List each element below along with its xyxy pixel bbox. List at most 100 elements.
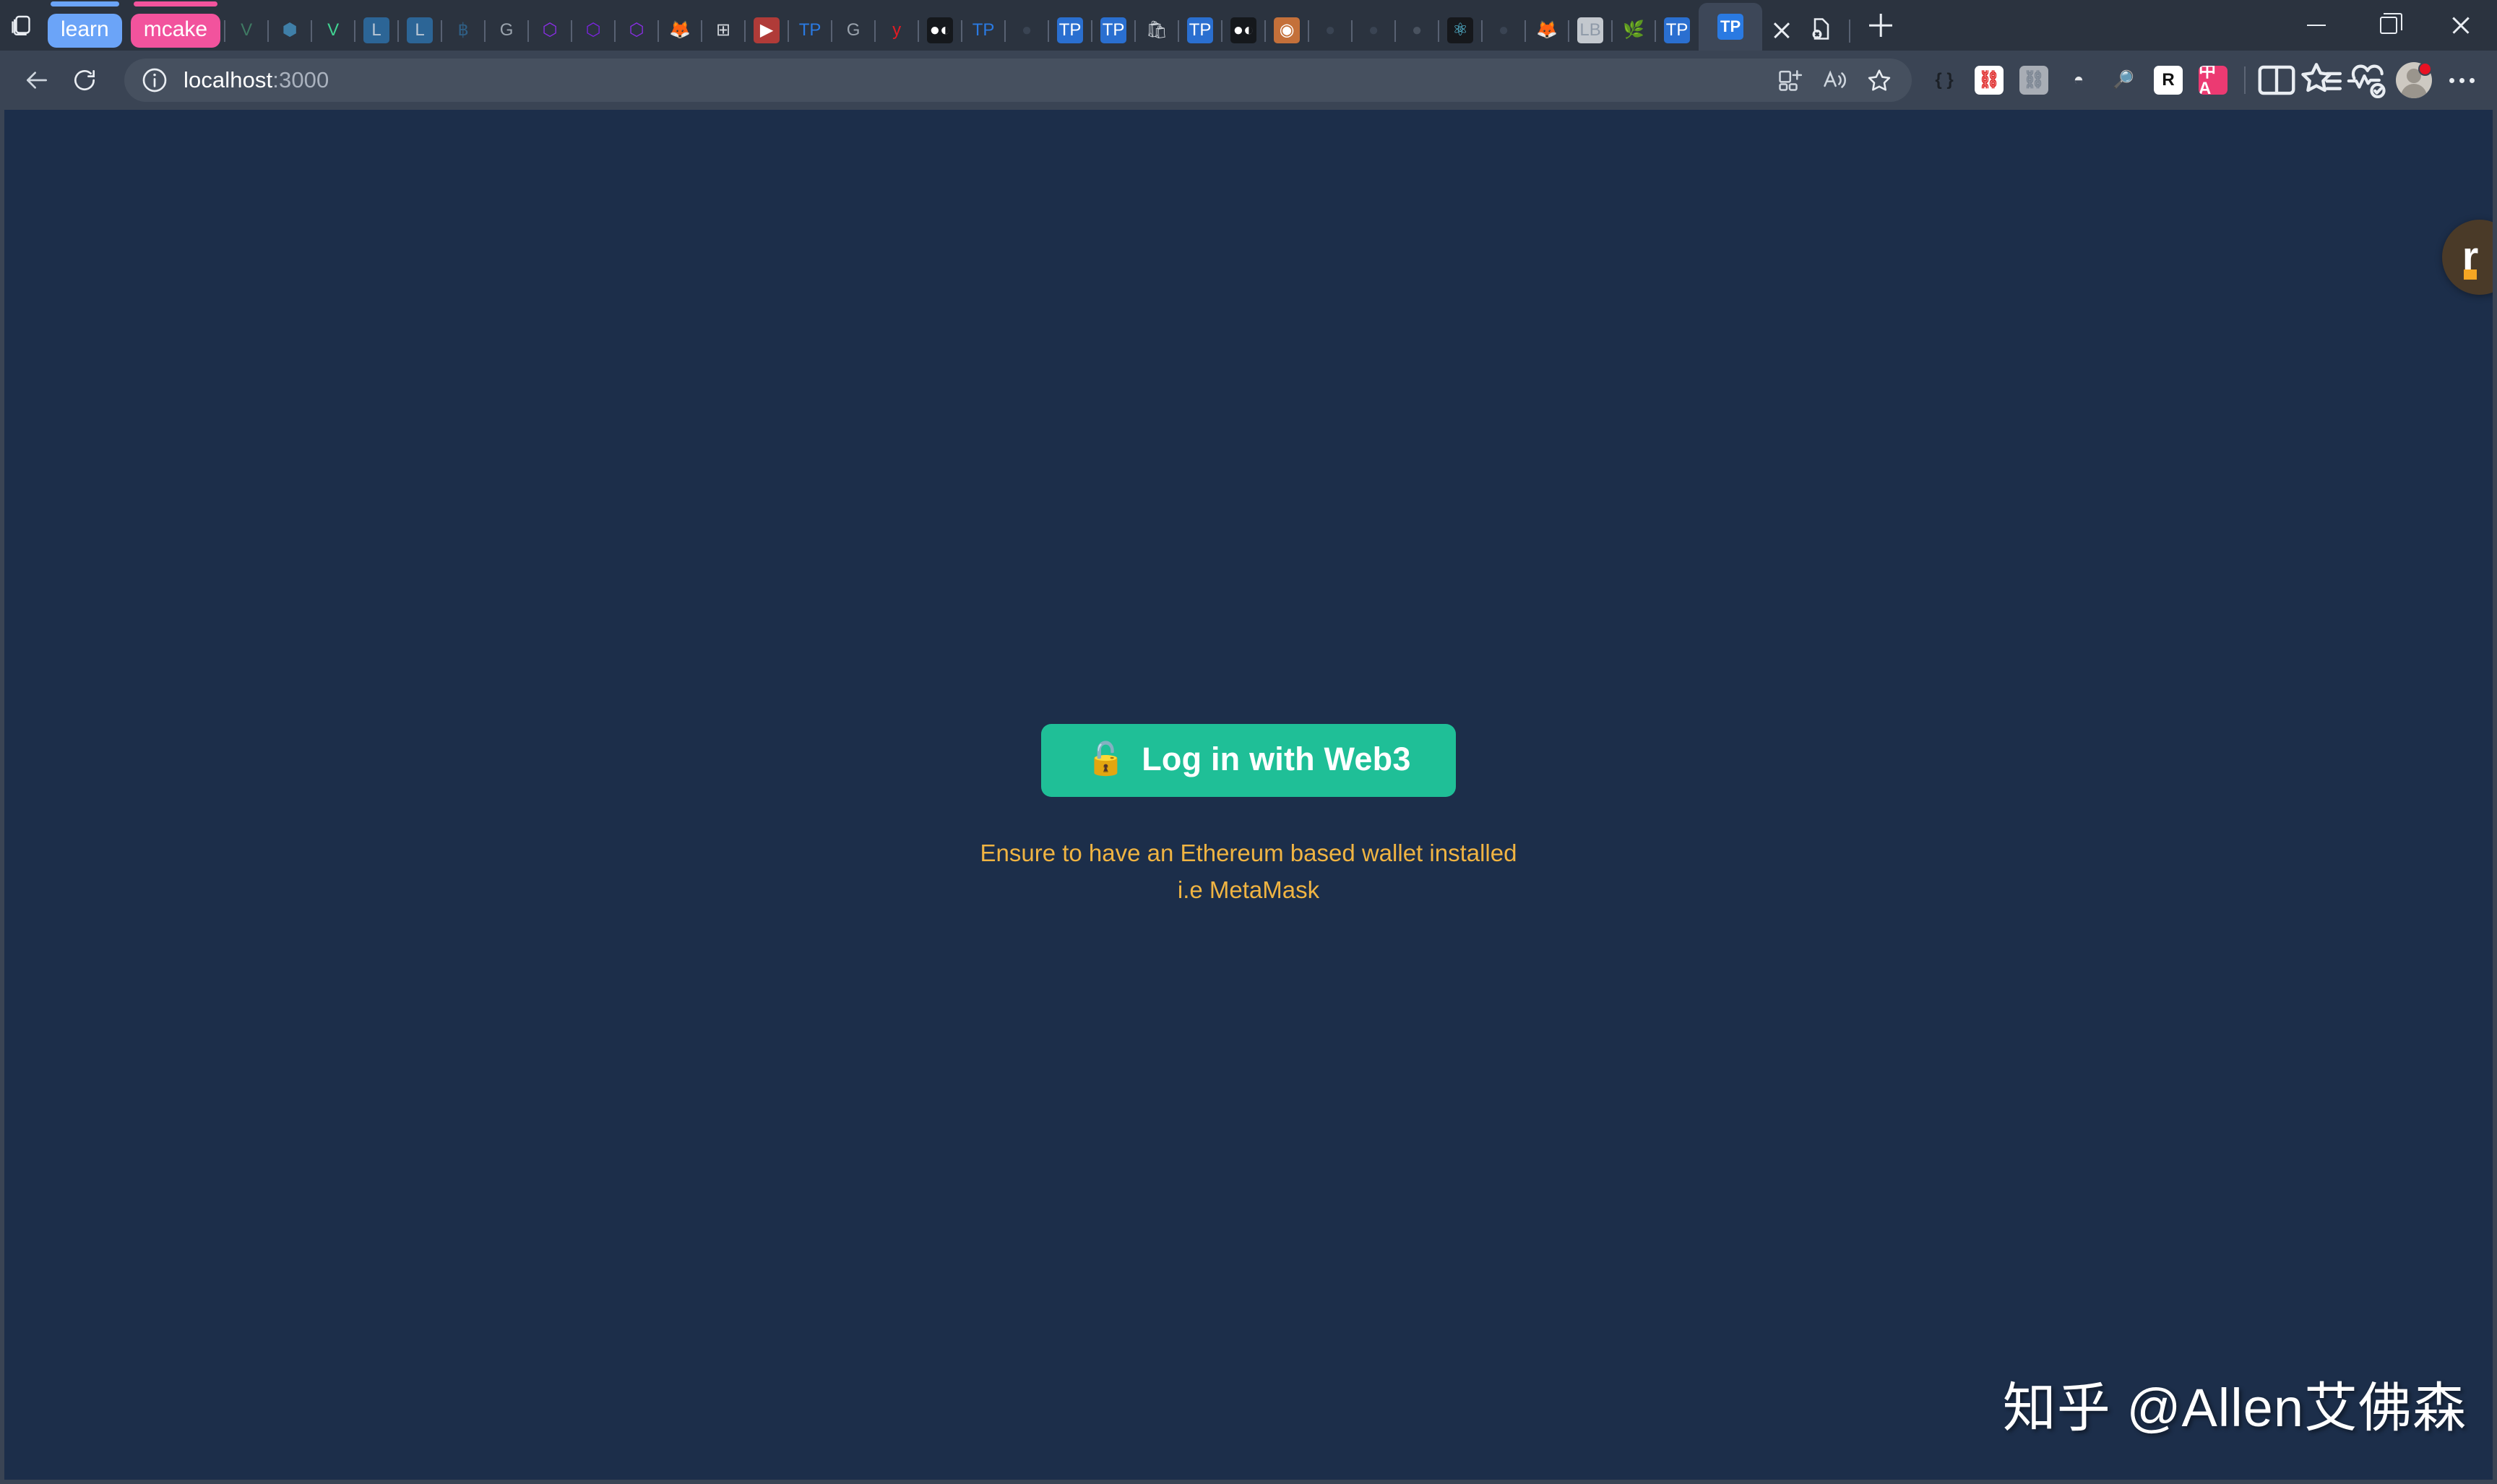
favorite-star-icon[interactable] [1857, 58, 1902, 103]
tab-divider [1611, 20, 1613, 42]
refresh-button[interactable] [61, 56, 108, 104]
ellipsis-icon [2449, 77, 2475, 83]
url-host: localhost [184, 67, 273, 92]
wallet-hint: Ensure to have an Ethereum based wallet … [980, 834, 1517, 908]
minimize-button[interactable] [2280, 0, 2352, 51]
tokenpocket-logo-icon: TP [1664, 17, 1691, 43]
tab-divider [1394, 20, 1397, 42]
tab-youtube-logo[interactable]: ▶ [744, 10, 788, 51]
r-chat-widget[interactable]: r [2442, 220, 2493, 295]
maximize-button[interactable] [2352, 0, 2425, 51]
tab-aragon-logo[interactable]: ◉ [1264, 10, 1308, 51]
leetcode-logo-icon: L [407, 17, 434, 43]
tab-divider [657, 20, 660, 42]
red-search-doc-icon: 🔎 [2113, 70, 2134, 90]
tab-buefy-logo[interactable]: ⬢ [267, 10, 311, 51]
tab-tokenpocket-logo[interactable]: TP [1178, 10, 1222, 51]
white-shell-button[interactable]: ◓ [2056, 58, 2101, 103]
tab-polygon-logo[interactable]: ⬡ [527, 10, 572, 51]
polygon-logo-icon: ⬡ [542, 20, 558, 40]
tab-chrome-webstore[interactable]: 🛍 [1134, 10, 1178, 51]
translate-cn-icon: 中A [2199, 66, 2228, 95]
tokenpocket-logo-icon: TP [1187, 17, 1214, 43]
tab-vue-logo[interactable]: V [311, 10, 355, 51]
tab-tokenpocket-logo[interactable]: TP [961, 10, 1005, 51]
browser-tab-strip: learn mcake V ⬢ V L L ฿ G ⬡ ⬡ ⬡ 🦊 ⊞ ▶ TP Gy ●◐ TP ● TP TP 🛍 T… [0, 0, 2497, 51]
translate-cn-button[interactable]: 中A [2191, 58, 2235, 103]
tab-github-logo[interactable]: ● [1394, 10, 1439, 51]
collections-button[interactable] [2299, 58, 2344, 103]
json-formatter-button[interactable]: { } [1922, 58, 1967, 103]
tab-vue-logo[interactable]: V [224, 10, 268, 51]
login-with-web3-button[interactable]: 🔓 Log in with Web3 [1041, 724, 1456, 797]
tab-tokenpocket-logo[interactable]: TP [1048, 10, 1092, 51]
metamask-fox-icon: 🦊 [669, 20, 691, 40]
tab-polygon-logo[interactable]: ⬡ [614, 10, 658, 51]
github-logo-icon: ● [1411, 20, 1423, 40]
tab-group-mcake[interactable]: mcake [126, 0, 225, 51]
tab-group-learn-bar [51, 1, 119, 7]
tab-divider [1481, 20, 1483, 42]
address-bar-actions [1767, 58, 1902, 103]
address-bar-text[interactable]: localhost:3000 [169, 67, 1767, 93]
tab-bitski-logo[interactable]: ฿ [441, 10, 485, 51]
back-button[interactable] [13, 56, 61, 104]
tab-divider [397, 20, 400, 42]
address-bar[interactable]: localhost:3000 [124, 59, 1912, 102]
tab-active-tokenpocket[interactable]: TP [1699, 3, 1763, 51]
tab-divider [267, 20, 269, 42]
tab-divider [441, 20, 443, 42]
site-info-icon[interactable] [140, 66, 169, 95]
login-section: 🔓 Log in with Web3 Ensure to have an Eth… [4, 724, 2493, 908]
tab-metamask-fox[interactable]: 🦊 [657, 10, 702, 51]
tab-medium-logo[interactable]: ●◐ [918, 10, 962, 51]
tab-tokenpocket-logo[interactable]: TP [788, 10, 832, 51]
minimize-icon [2307, 24, 2326, 27]
tab-polygon-logo[interactable]: ⬡ [571, 10, 615, 51]
tokenpocket-logo-icon: TP [1057, 17, 1084, 43]
browser-essentials-button[interactable] [2344, 58, 2389, 103]
sitemap-gray-button[interactable]: ⛓ [2011, 58, 2056, 103]
tab-tokenpocket-logo[interactable]: TP [1655, 10, 1699, 51]
red-search-doc-button[interactable]: 🔎 [2101, 58, 2146, 103]
tab-divider [1308, 20, 1310, 42]
tab-yandex-logo[interactable]: y [874, 10, 918, 51]
tab-leetcode-logo[interactable]: L [354, 10, 398, 51]
tab-actions-menu-icon[interactable] [1801, 9, 1842, 49]
tab-leetcode-logo[interactable]: L [397, 10, 441, 51]
tab-search-icon[interactable] [0, 0, 43, 51]
tab-tokenpocket-logo[interactable]: TP [1091, 10, 1135, 51]
tab-divider [571, 20, 573, 42]
bitski-logo-icon: ฿ [457, 20, 469, 40]
tab-github-logo[interactable]: ● [1004, 10, 1048, 51]
tab-google-logo[interactable]: G [484, 10, 528, 51]
tab-google-logo[interactable]: G [831, 10, 875, 51]
sitemap-red-button[interactable]: ⛓ [1967, 58, 2011, 103]
read-aloud-icon[interactable] [1812, 58, 1857, 103]
tab-logrocket-logo[interactable]: LB [1568, 10, 1612, 51]
tab-divider [1524, 20, 1527, 42]
tab-close-button[interactable] [1762, 10, 1801, 51]
logrocket-logo-icon: LB [1577, 17, 1604, 43]
rakuten-r-button[interactable]: R [2146, 58, 2191, 103]
tab-divider [1091, 20, 1093, 42]
tab-metamask-fox[interactable]: 🦊 [1524, 10, 1569, 51]
split-screen-icon[interactable] [1767, 58, 1812, 103]
settings-and-more-button[interactable] [2439, 58, 2484, 103]
tab-leaf-notes[interactable]: 🌿 [1611, 10, 1655, 51]
tab-group-learn[interactable]: learn [43, 0, 126, 51]
tab-medium-logo[interactable]: ●◐ [1221, 10, 1265, 51]
tab-group-learn-label: learn [48, 13, 122, 48]
close-window-button[interactable] [2425, 0, 2497, 51]
close-window-icon [2450, 14, 2472, 36]
tab-github-logo[interactable]: ● [1351, 10, 1395, 51]
profile-button[interactable] [2389, 55, 2439, 105]
tab-divider [831, 20, 833, 42]
url-port: :3000 [272, 67, 329, 92]
split-screen-button[interactable] [2254, 58, 2299, 103]
new-tab-button[interactable] [1858, 2, 1904, 48]
tab-github-logo[interactable]: ● [1308, 10, 1352, 51]
tab-github-logo[interactable]: ● [1481, 10, 1525, 51]
tab-react-logo[interactable]: ⚛ [1438, 10, 1482, 51]
tab-microsoft-logo[interactable]: ⊞ [701, 10, 745, 51]
